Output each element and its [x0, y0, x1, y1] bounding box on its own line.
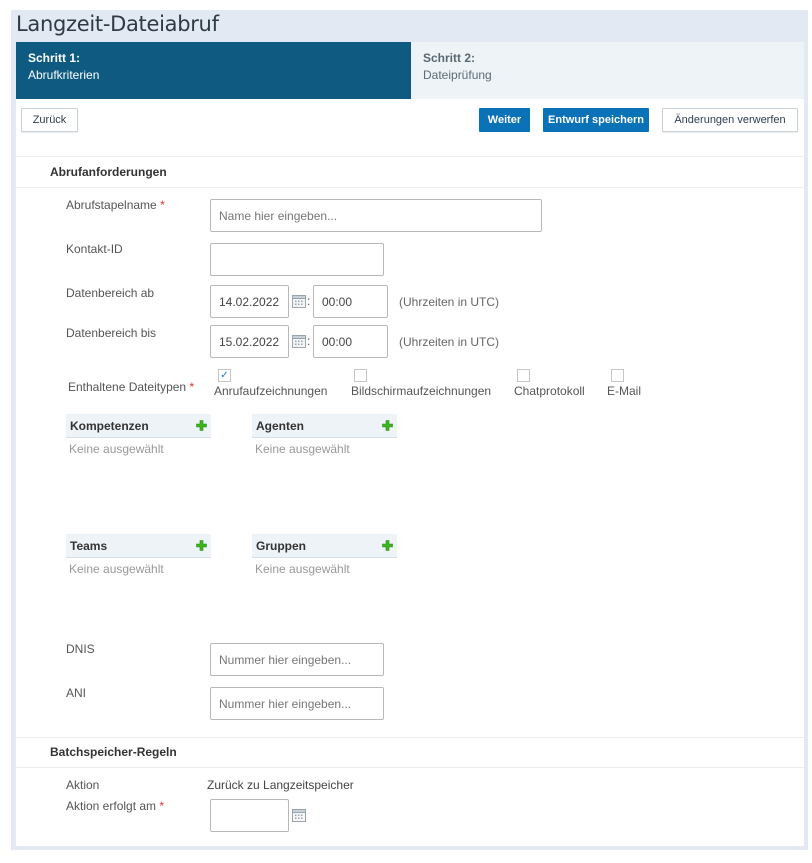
- ani-label: ANI: [66, 686, 87, 700]
- step-1-abrufkriterien[interactable]: Schritt 1: Abrufkriterien: [16, 42, 411, 99]
- section-title-requirements: Abrufanforderungen: [50, 165, 167, 179]
- utc-note: (Uhrzeiten in UTC): [399, 295, 500, 309]
- picker-header: Agenten: [252, 414, 397, 438]
- dnis-input[interactable]: [210, 643, 384, 676]
- calendar-icon[interactable]: [291, 293, 307, 309]
- picker-title: Teams: [70, 538, 108, 553]
- add-icon[interactable]: [382, 420, 393, 431]
- file-types-label: Enthaltene Dateitypen *: [68, 380, 194, 394]
- section-divider: [16, 187, 804, 188]
- required-marker: *: [189, 380, 195, 394]
- checkbox-label: Anrufaufzeichnungen: [214, 384, 328, 398]
- picker-kompetenzen: Kompetenzen Keine ausgewählt: [66, 414, 211, 460]
- wizard-steps: Schritt 1: Abrufkriterien Schritt 2: Dat…: [16, 42, 804, 99]
- picker-empty-text: Keine ausgewählt: [69, 442, 164, 456]
- action-value: Zurück zu Langzeitspeicher: [207, 778, 354, 792]
- contact-id-input[interactable]: [210, 243, 384, 276]
- date-to-label: Datenbereich bis: [66, 326, 157, 340]
- checkbox-label: Chatprotokoll: [514, 384, 585, 398]
- action-date-label: Aktion erfolgt am *: [66, 799, 164, 813]
- calendar-icon[interactable]: [291, 333, 307, 349]
- time-from-input[interactable]: [313, 285, 388, 318]
- dnis-label: DNIS: [66, 642, 95, 656]
- date-to-input[interactable]: [210, 325, 289, 358]
- back-button[interactable]: Zurück: [21, 108, 78, 132]
- section-divider: [16, 156, 804, 157]
- discard-changes-button[interactable]: Änderungen verwerfen: [662, 108, 798, 132]
- picker-gruppen: Gruppen Keine ausgewählt: [252, 534, 397, 580]
- picker-empty-text: Keine ausgewählt: [255, 562, 350, 576]
- checkbox-anrufaufzeichnungen[interactable]: ✓: [218, 369, 231, 382]
- section-title-storage-rules: Batchspeicher-Regeln: [50, 745, 177, 759]
- checkbox-bildschirmaufzeichnungen[interactable]: [354, 369, 367, 382]
- picker-agenten: Agenten Keine ausgewählt: [252, 414, 397, 460]
- calendar-icon[interactable]: [291, 807, 307, 823]
- page-title: Langzeit-Dateiabruf: [16, 12, 219, 36]
- utc-note: (Uhrzeiten in UTC): [399, 335, 500, 349]
- checkbox-email[interactable]: [611, 369, 624, 382]
- time-separator: :: [307, 294, 311, 308]
- add-icon[interactable]: [196, 420, 207, 431]
- section-divider: [16, 737, 804, 738]
- add-icon[interactable]: [196, 540, 207, 551]
- step-number: Schritt 1:: [28, 51, 81, 65]
- label-text: Abrufstapelname: [66, 198, 157, 212]
- picker-teams: Teams Keine ausgewählt: [66, 534, 211, 580]
- checkbox-chatprotokoll[interactable]: [517, 369, 530, 382]
- step-2-dateipruefung[interactable]: Schritt 2: Dateiprüfung: [411, 42, 804, 99]
- save-draft-button[interactable]: Entwurf speichern: [543, 108, 649, 132]
- add-icon[interactable]: [382, 540, 393, 551]
- checkbox-label: Bildschirmaufzeichnungen: [351, 384, 492, 398]
- required-marker: *: [160, 198, 165, 212]
- picker-empty-text: Keine ausgewählt: [255, 442, 350, 456]
- date-from-label: Datenbereich ab: [66, 286, 155, 300]
- action-date-input[interactable]: [210, 799, 289, 832]
- picker-header: Kompetenzen: [66, 414, 211, 438]
- required-marker: *: [159, 799, 165, 813]
- section-divider: [16, 767, 804, 768]
- form-panel: Zurück Weiter Entwurf speichern Änderung…: [16, 99, 804, 846]
- picker-title: Gruppen: [256, 538, 306, 553]
- batch-name-input[interactable]: [210, 199, 542, 232]
- next-button[interactable]: Weiter: [479, 108, 530, 132]
- step-number: Schritt 2:: [423, 51, 476, 65]
- step-name: Abrufkriterien: [28, 68, 100, 82]
- label-text: Aktion erfolgt am: [66, 799, 157, 813]
- label-text: Enthaltene Dateitypen: [68, 380, 187, 394]
- contact-id-label: Kontakt-ID: [66, 242, 123, 256]
- ani-input[interactable]: [210, 687, 384, 720]
- picker-title: Kompetenzen: [70, 418, 149, 433]
- time-separator: :: [307, 334, 311, 348]
- date-from-input[interactable]: [210, 285, 289, 318]
- picker-empty-text: Keine ausgewählt: [69, 562, 164, 576]
- step-name: Dateiprüfung: [423, 68, 492, 82]
- checkbox-label: E-Mail: [607, 384, 642, 398]
- picker-header: Gruppen: [252, 534, 397, 558]
- batch-name-label: Abrufstapelname *: [66, 198, 165, 212]
- picker-title: Agenten: [256, 418, 304, 433]
- time-to-input[interactable]: [313, 325, 388, 358]
- action-label: Aktion: [66, 778, 100, 792]
- picker-header: Teams: [66, 534, 211, 558]
